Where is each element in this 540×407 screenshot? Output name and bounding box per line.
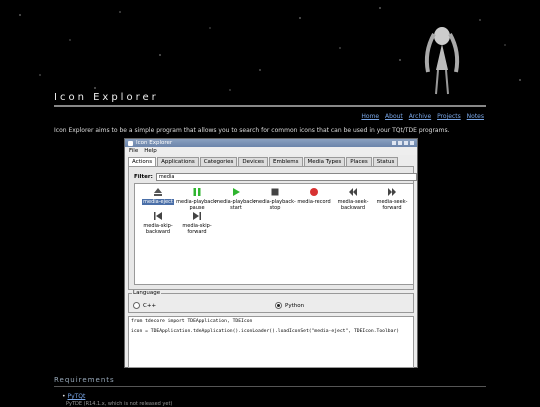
radio-python[interactable]: Python xyxy=(275,302,304,309)
icon-cell-media-seek-backward[interactable]: media-seek-backward xyxy=(332,187,374,211)
radio-cpp-label: C++ xyxy=(143,302,157,309)
radio-cpp[interactable]: C++ xyxy=(133,302,156,309)
language-group: Language C++ Python xyxy=(128,290,414,313)
nav-home-link[interactable]: Home xyxy=(361,113,379,120)
icon-label: media-playback-pause xyxy=(176,199,218,211)
icon-label: media-eject xyxy=(142,199,174,205)
record-icon xyxy=(310,188,318,196)
requirements-heading: Requirements xyxy=(54,376,115,384)
icon-cell-media-playback-start[interactable]: media-playback-start xyxy=(215,187,257,211)
requirement-subitem: PyTDE (R14.1.x, which is not released ye… xyxy=(66,401,173,407)
menu-file[interactable]: File xyxy=(129,148,138,154)
top-navigation: Home About Archive Projects Notes xyxy=(357,113,484,120)
menu-help[interactable]: Help xyxy=(144,148,157,154)
icon-cell-media-record[interactable]: media-record xyxy=(293,187,335,205)
icon-label: media-seek-backward xyxy=(337,199,369,211)
icon-grid: media-eject media-playback-pause media-pla… xyxy=(134,183,414,285)
radio-cpp-indicator[interactable] xyxy=(133,302,140,309)
eject-icon xyxy=(154,188,162,196)
minimize-icon[interactable] xyxy=(398,141,402,145)
maximize-icon[interactable] xyxy=(404,141,408,145)
help-icon[interactable] xyxy=(392,141,396,145)
code-snippet[interactable]: from tdecore import TDEApplication, TDEI… xyxy=(128,316,414,368)
tab-status[interactable]: Status xyxy=(372,157,399,166)
pytqt-link[interactable]: PyTQt xyxy=(67,393,85,400)
icon-label: media-skip-forward xyxy=(182,223,212,235)
skip-forward-icon xyxy=(193,212,201,220)
tab-emblems[interactable]: Emblems xyxy=(269,157,303,166)
app-icon xyxy=(128,140,133,146)
requirements-divider xyxy=(54,386,486,387)
filter-row: Filter: xyxy=(134,173,417,181)
filter-label: Filter: xyxy=(134,174,153,180)
fast-forward-icon xyxy=(388,188,396,196)
pause-icon xyxy=(193,188,201,196)
icon-cell-media-playback-stop[interactable]: media-playback-stop xyxy=(254,187,296,211)
app-window-screenshot: Icon Explorer File Help Actions Applicat… xyxy=(124,138,418,368)
radio-python-indicator[interactable] xyxy=(275,302,282,309)
play-icon xyxy=(233,188,240,196)
language-label: Language xyxy=(132,290,162,296)
icon-label: media-playback-stop xyxy=(254,199,296,211)
rewind-icon xyxy=(349,188,357,196)
nav-projects-link[interactable]: Projects xyxy=(437,113,461,120)
tab-devices[interactable]: Devices xyxy=(238,157,269,166)
nav-archive-link[interactable]: Archive xyxy=(409,113,431,120)
header-divider xyxy=(54,105,486,107)
anime-figure-logo xyxy=(424,27,460,95)
window-buttons xyxy=(392,141,417,145)
tab-categories[interactable]: Categories xyxy=(199,157,238,166)
window-titlebar: Icon Explorer xyxy=(125,139,417,147)
radio-python-label: Python xyxy=(285,302,305,309)
icon-cell-media-eject[interactable]: media-eject xyxy=(137,187,179,205)
site-title: Icon Explorer xyxy=(54,92,159,103)
icon-cell-media-playback-pause[interactable]: media-playback-pause xyxy=(176,187,218,211)
icon-label: media-record xyxy=(297,199,331,205)
icon-cell-media-seek-forward[interactable]: media-seek-forward xyxy=(371,187,413,211)
requirement-item: • PyTQt xyxy=(62,393,86,400)
category-tabs: Actions Applications Categories Devices … xyxy=(128,157,417,166)
tab-media-types[interactable]: Media Types xyxy=(303,157,346,166)
skip-back-icon xyxy=(154,212,162,220)
stop-icon xyxy=(271,188,279,196)
icon-label: media-playback-start xyxy=(215,199,257,211)
nav-notes-link[interactable]: Notes xyxy=(467,113,484,120)
icon-cell-media-skip-backward[interactable]: media-skip-backward xyxy=(137,211,179,235)
icon-label: media-seek-forward xyxy=(376,199,408,211)
tab-actions[interactable]: Actions xyxy=(128,157,157,166)
filter-input[interactable] xyxy=(155,173,417,181)
icon-cell-media-skip-forward[interactable]: media-skip-forward xyxy=(176,211,218,235)
close-icon[interactable] xyxy=(410,141,414,145)
menu-bar: File Help xyxy=(125,147,417,155)
tab-panel: Filter: media-ejectmedia-playback-pausem… xyxy=(128,166,417,290)
intro-text: Icon Explorer aims to be a simple progra… xyxy=(54,127,450,134)
tab-places[interactable]: Places xyxy=(346,157,372,166)
icon-label: media-skip-backward xyxy=(143,223,173,235)
nav-about-link[interactable]: About xyxy=(385,113,403,120)
window-title: Icon Explorer xyxy=(136,140,173,146)
tab-applications[interactable]: Applications xyxy=(157,157,199,166)
